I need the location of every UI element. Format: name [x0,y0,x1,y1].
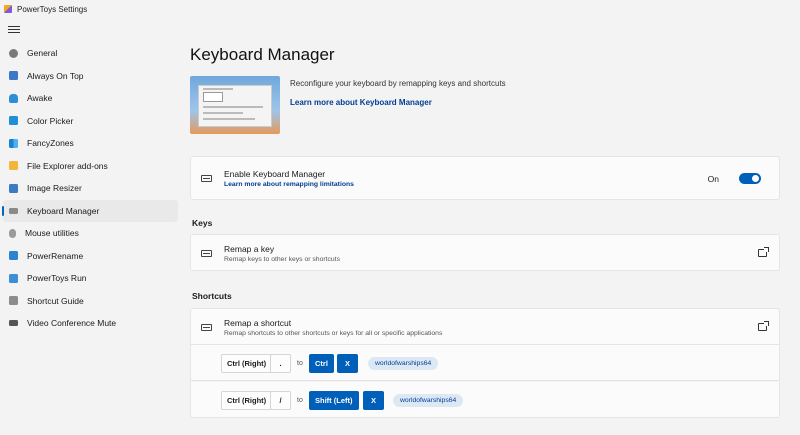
from-key: . [270,354,291,373]
to-label: to [297,397,303,404]
title-bar: PowerToys Settings [0,0,800,18]
keyboard-icon [201,250,212,257]
shortcut-mapping-row: Ctrl (Right) / to Shift (Left) X worldof… [190,382,780,418]
sidebar-nav: General Always On Top Awake Color Picker… [0,42,178,335]
powertoys-app-icon [4,5,12,13]
sidebar-item-shortcut-guide[interactable]: Shortcut Guide [0,290,178,313]
remap-key-title: Remap a key [224,244,275,254]
video-mute-icon [9,320,18,327]
from-key: Ctrl (Right) [221,391,273,410]
from-key: / [270,391,291,410]
sidebar-item-general[interactable]: General [0,42,178,65]
remapping-limitations-link[interactable]: Learn more about remapping limitations [224,181,354,188]
powertoys-run-icon [9,273,18,283]
target-app-chip: worldofwarships64 [393,394,464,407]
hero-image [190,76,280,134]
to-key: Shift (Left) [309,391,359,410]
learn-more-keyboard-manager-link[interactable]: Learn more about Keyboard Manager [290,98,432,107]
sidebar-item-powerrename[interactable]: PowerRename [0,245,178,268]
sidebar-item-keyboard-manager[interactable]: Keyboard Manager [2,199,178,222]
from-key: Ctrl (Right) [221,354,273,373]
sidebar-item-awake[interactable]: Awake [0,87,178,110]
sidebar-item-fancyzones[interactable]: FancyZones [0,132,178,155]
remap-shortcut-subtitle: Remap shortcuts to other shortcuts or ke… [224,330,443,337]
powerrename-icon [9,251,18,261]
sidebar-item-powertoys-run[interactable]: PowerToys Run [0,267,178,290]
enable-keyboard-manager-card: Enable Keyboard Manager Learn more about… [190,156,780,200]
sidebar-item-video-conference-mute[interactable]: Video Conference Mute [0,312,178,335]
sidebar-item-mouse-utilities[interactable]: Mouse utilities [0,222,178,245]
to-label: to [297,360,303,367]
window-title: PowerToys Settings [17,4,88,14]
sidebar-item-always-on-top[interactable]: Always On Top [0,65,178,88]
sidebar-item-file-explorer-add-ons[interactable]: File Explorer add-ons [0,155,178,178]
remap-shortcut-card[interactable]: Remap a shortcut Remap shortcuts to othe… [190,308,780,345]
always-on-top-icon [9,71,18,81]
remap-key-subtitle: Remap keys to other keys or shortcuts [224,256,340,263]
mouse-icon [9,228,16,238]
color-picker-icon [9,116,18,126]
to-key: Ctrl [309,354,334,373]
sidebar: General Always On Top Awake Color Picker… [0,18,178,435]
file-explorer-icon [9,161,18,171]
keys-section-label: Keys [192,218,213,228]
enable-toggle[interactable] [739,173,761,184]
hamburger-menu-icon[interactable] [8,24,20,36]
keyboard-icon [9,207,18,214]
fancyzones-icon [9,138,18,148]
hero-description: Reconfigure your keyboard by remapping k… [290,79,506,88]
image-resizer-icon [9,183,18,193]
sidebar-item-image-resizer[interactable]: Image Resizer [0,177,178,200]
open-external-icon[interactable] [758,247,769,257]
awake-icon [9,93,18,103]
keyboard-icon [201,175,212,182]
main-content: Keyboard Manager Reconfigure your keyboa… [178,18,800,435]
to-key: X [363,391,384,410]
shortcut-guide-icon [9,296,18,306]
remap-key-card[interactable]: Remap a key Remap keys to other keys or … [190,234,780,271]
to-key: X [337,354,358,373]
gear-icon [9,48,18,58]
open-external-icon[interactable] [758,321,769,331]
target-app-chip: worldofwarships64 [368,357,439,370]
sidebar-item-color-picker[interactable]: Color Picker [0,110,178,133]
remap-shortcut-title: Remap a shortcut [224,318,292,328]
toggle-state-label: On [707,174,719,184]
keyboard-icon [201,324,212,331]
page-title: Keyboard Manager [190,45,335,64]
shortcuts-section-label: Shortcuts [192,291,232,301]
enable-title: Enable Keyboard Manager [224,169,326,179]
shortcut-mapping-row: Ctrl (Right) . to Ctrl X worldofwarships… [190,345,780,381]
